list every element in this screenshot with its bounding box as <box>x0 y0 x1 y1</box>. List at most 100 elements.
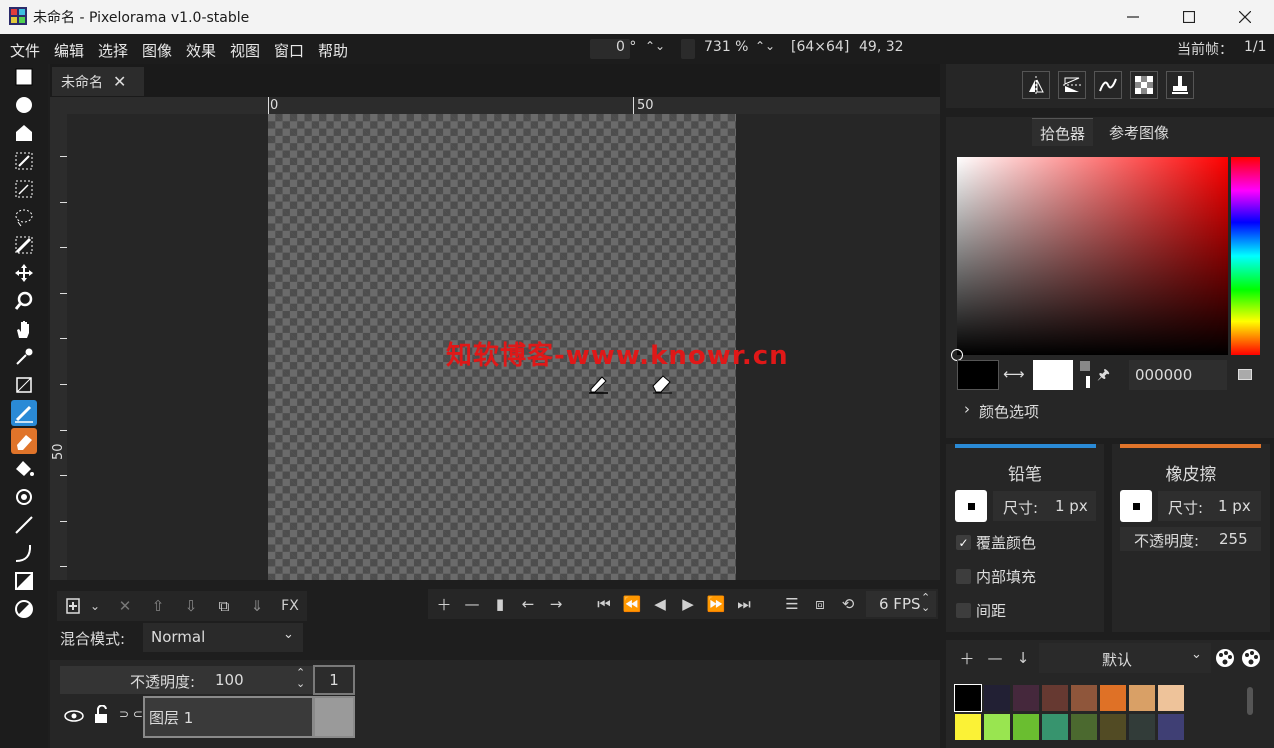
link-cel-icon[interactable]: ⊃ ⊂ <box>119 707 143 721</box>
palette-swatch[interactable] <box>954 684 982 712</box>
color-picker-tool[interactable] <box>11 344 37 370</box>
palette-swatch[interactable] <box>1071 685 1097 711</box>
menu-help[interactable]: 帮助 <box>318 40 348 61</box>
clone-layer-button[interactable]: ⧉ <box>212 594 236 618</box>
merge-down-button[interactable]: ⇓ <box>245 594 269 618</box>
palette-swatch[interactable] <box>984 685 1010 711</box>
frame-tags-button[interactable]: ☰ <box>780 592 804 616</box>
right-brush-type-button[interactable] <box>1120 490 1152 522</box>
palette-swatch[interactable] <box>1071 714 1097 740</box>
move-layer-up-button[interactable]: ⇧ <box>146 594 170 618</box>
unlock-icon[interactable] <box>93 705 111 725</box>
layer-opacity-field[interactable]: 不透明度: 100 ⌃ ⌄ <box>60 666 314 694</box>
palette-swatch[interactable] <box>1100 685 1126 711</box>
zoom-tool[interactable] <box>11 288 37 314</box>
palette-swatch[interactable] <box>1129 714 1155 740</box>
hue-slider[interactable] <box>1231 157 1260 355</box>
palette-swatch[interactable] <box>984 714 1010 740</box>
opacity-stepper-icon[interactable]: ⌃ ⌄ <box>296 667 305 689</box>
ellipse-tool[interactable] <box>11 596 37 622</box>
layer-name[interactable]: 图层 1 <box>143 696 314 738</box>
dynamics-button[interactable] <box>1166 71 1194 99</box>
bucket-tool[interactable] <box>11 456 37 482</box>
palette-scrollbar[interactable] <box>1247 687 1253 715</box>
right-size-field[interactable]: 尺寸: 1 px <box>1158 491 1261 521</box>
fps-stepper-icon[interactable]: ⌃ ⌄ <box>921 592 930 613</box>
menu-window[interactable]: 窗口 <box>274 40 304 61</box>
saturation-value-picker[interactable] <box>957 157 1228 355</box>
play-backwards-button[interactable]: ◀ <box>648 592 672 616</box>
move-tool[interactable] <box>11 260 37 286</box>
previous-frame-button[interactable]: ⏪ <box>620 592 644 616</box>
clone-frame-button[interactable]: ▮ <box>488 592 512 616</box>
next-frame-button[interactable]: ⏩ <box>704 592 728 616</box>
palette-swatch[interactable] <box>1042 685 1068 711</box>
menu-select[interactable]: 选择 <box>98 40 128 61</box>
mirror-vertical-button[interactable] <box>1058 71 1086 99</box>
horizontal-ruler[interactable] <box>50 97 940 114</box>
palette-swatch[interactable] <box>1013 685 1039 711</box>
play-forward-button[interactable]: ▶ <box>676 592 700 616</box>
frame-cell-1[interactable] <box>313 696 355 738</box>
palette-settings-icon[interactable] <box>1240 647 1262 669</box>
chevron-right-icon[interactable]: › <box>964 400 970 418</box>
remove-palette-button[interactable]: — <box>983 646 1007 670</box>
eyedropper-small-icon[interactable]: 🖈 <box>1097 364 1110 388</box>
move-layer-down-button[interactable]: ⇩ <box>179 594 203 618</box>
line-tool[interactable] <box>11 512 37 538</box>
document-tab[interactable]: 未命名 ✕ <box>52 67 144 96</box>
fill-inside-option[interactable]: 内部填充 <box>956 566 1036 587</box>
menu-file[interactable]: 文件 <box>10 40 40 61</box>
rectangle-tool[interactable] <box>11 568 37 594</box>
color-mode-icon[interactable] <box>1238 369 1252 380</box>
palette-swatch[interactable] <box>1042 714 1068 740</box>
left-brush-type-button[interactable] <box>955 490 987 522</box>
blend-mode-select[interactable]: Normal ⌄ <box>143 623 303 652</box>
maximize-button[interactable] <box>1160 0 1218 34</box>
color-select-tool[interactable] <box>11 148 37 174</box>
palette-swatch[interactable] <box>1100 714 1126 740</box>
eraser-tool[interactable] <box>11 428 37 454</box>
tab-color-picker[interactable]: 拾色器 <box>1032 118 1094 146</box>
palette-swatch[interactable] <box>1158 714 1184 740</box>
pan-tool[interactable] <box>11 316 37 342</box>
menu-image[interactable]: 图像 <box>142 40 172 61</box>
rotation-stepper-icon[interactable]: ⌃⌄ <box>645 39 665 53</box>
close-window-button[interactable] <box>1216 0 1274 34</box>
checkbox-icon[interactable] <box>956 569 971 584</box>
zoom-field-bg[interactable] <box>681 39 695 59</box>
add-palette-button[interactable]: ＋ <box>955 646 979 670</box>
color-options-label[interactable]: 颜色选项 <box>979 401 1039 422</box>
palette-swatch[interactable] <box>1013 714 1039 740</box>
remove-frame-button[interactable]: — <box>460 592 484 616</box>
palette-swatch[interactable] <box>1129 685 1155 711</box>
frame-header-1[interactable]: 1 <box>313 665 355 695</box>
menu-effects[interactable]: 效果 <box>186 40 216 61</box>
primary-color-swatch[interactable] <box>957 360 999 390</box>
reset-colors-icon[interactable] <box>1080 361 1090 371</box>
close-tab-icon[interactable]: ✕ <box>113 72 126 91</box>
crop-tool[interactable] <box>11 372 37 398</box>
lasso-tool[interactable] <box>11 204 37 230</box>
pixel-perfect-button[interactable] <box>1094 71 1122 99</box>
secondary-color-swatch[interactable] <box>1033 360 1073 390</box>
layer-fx-button[interactable]: FX <box>278 594 302 618</box>
add-layer-dropdown-icon[interactable]: ⌄ <box>83 594 107 618</box>
edit-palette-icon[interactable] <box>1214 647 1236 669</box>
rectangle-select-tool[interactable] <box>11 64 37 90</box>
mirror-horizontal-button[interactable] <box>1022 71 1050 99</box>
swap-colors-icon[interactable]: ⟷ <box>1003 365 1025 383</box>
pencil-tool[interactable] <box>11 400 37 426</box>
spacing-option[interactable]: 间距 <box>956 600 1006 621</box>
tab-reference-image[interactable]: 参考图像 <box>1101 118 1177 146</box>
alpha-lock-button[interactable] <box>1130 71 1158 99</box>
ellipse-select-tool[interactable] <box>11 92 37 118</box>
magic-wand-tool[interactable] <box>11 176 37 202</box>
move-frame-right-button[interactable]: → <box>544 592 568 616</box>
menu-edit[interactable]: 编辑 <box>54 40 84 61</box>
loop-button[interactable]: ⟲ <box>836 592 860 616</box>
add-frame-button[interactable]: ＋ <box>432 592 456 616</box>
overwrite-color-option[interactable]: ✓ 覆盖颜色 <box>956 532 1036 553</box>
polygon-select-tool[interactable] <box>11 120 37 146</box>
curve-tool[interactable] <box>11 540 37 566</box>
